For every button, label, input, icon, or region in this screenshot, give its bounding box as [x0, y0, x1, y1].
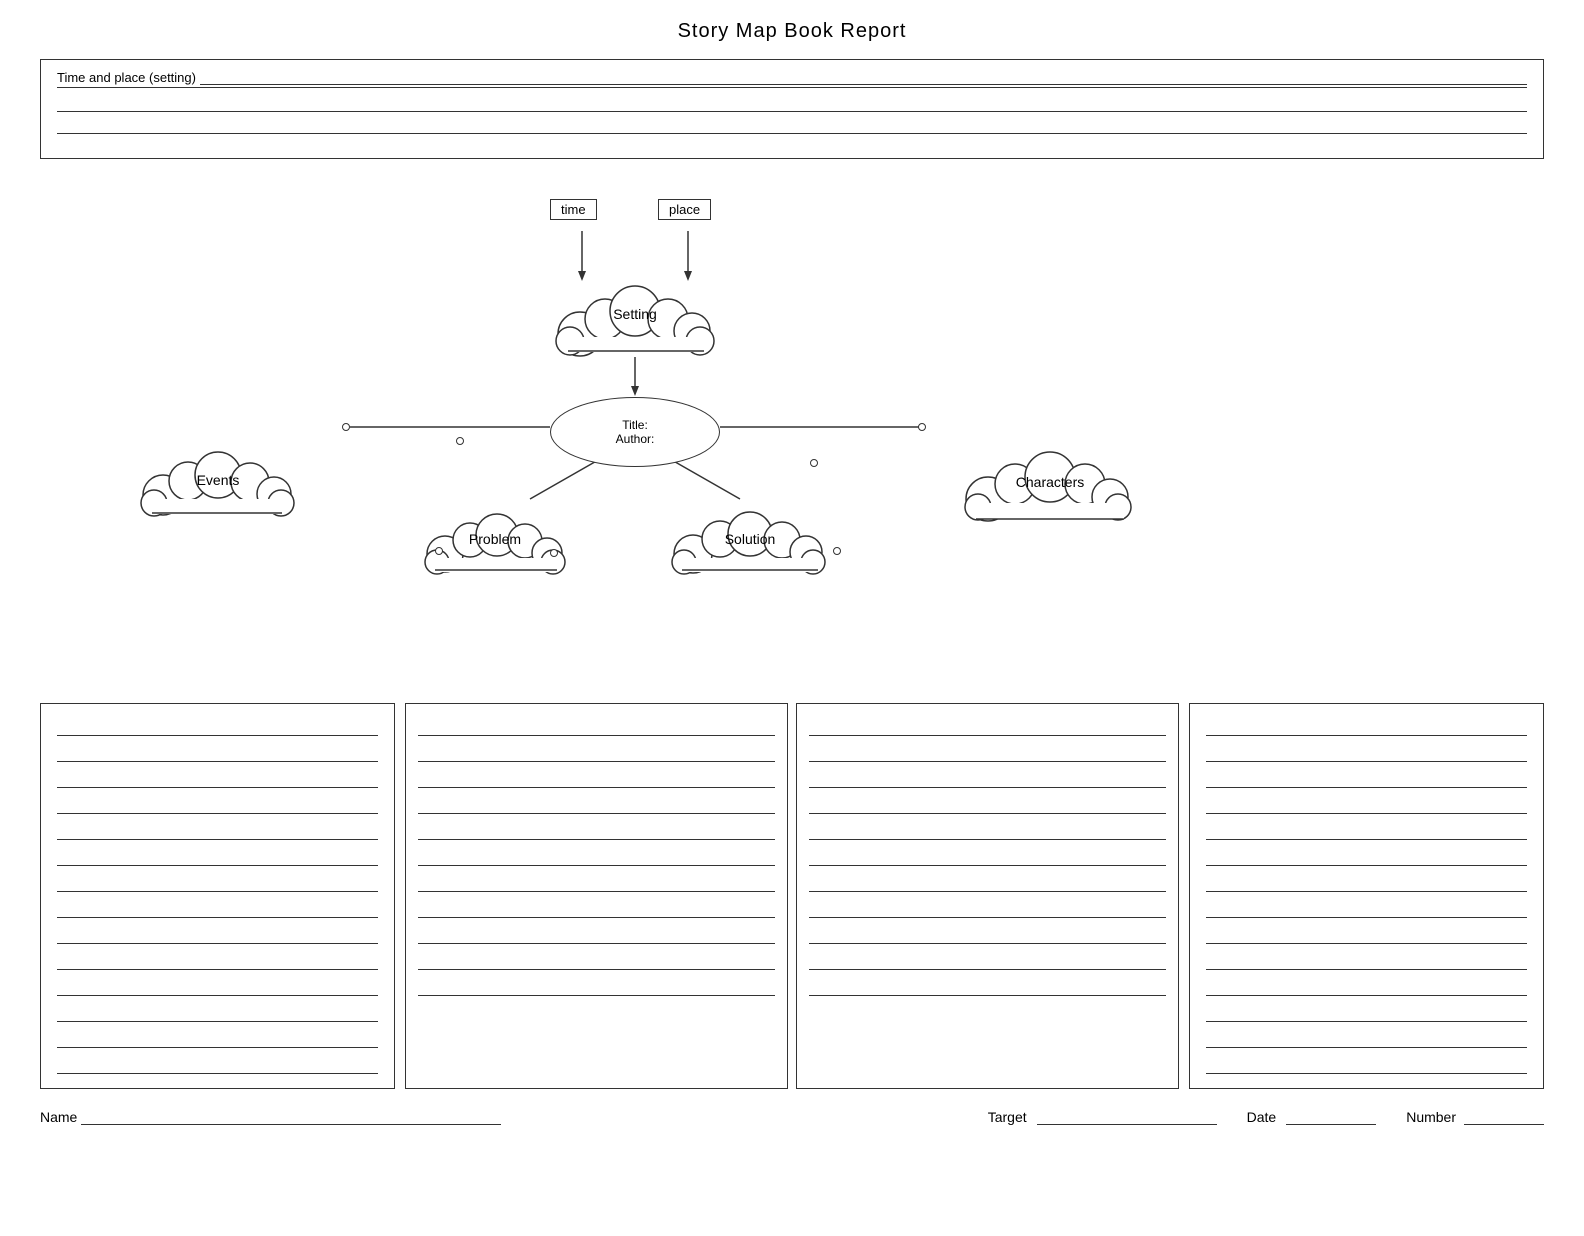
char-line-13 [1206, 1026, 1527, 1048]
events-line-4 [57, 792, 378, 814]
prob-line-10 [418, 948, 775, 970]
diagram-area: time place Setting [40, 179, 1544, 699]
char-line-10 [1206, 948, 1527, 970]
sol-line-11 [809, 974, 1166, 996]
char-line-8 [1206, 896, 1527, 918]
name-label: Name [40, 1109, 77, 1125]
characters-label: Characters [1016, 474, 1084, 490]
prob-line-6 [418, 844, 775, 866]
sol-line-5 [809, 818, 1166, 840]
char-line-7 [1206, 870, 1527, 892]
char-line-1 [1206, 714, 1527, 736]
setting-label-cloud: Setting [613, 306, 657, 322]
name-field: Name [40, 1109, 501, 1125]
sol-line-7 [809, 870, 1166, 892]
name-line [81, 1124, 501, 1125]
target-label: Target [988, 1109, 1027, 1125]
char-line-12 [1206, 1000, 1527, 1022]
target-line [1037, 1124, 1217, 1125]
dot-center-1 [456, 437, 464, 445]
middle-col [395, 703, 1189, 1089]
date-line [1286, 1124, 1376, 1125]
events-line-3 [57, 766, 378, 788]
bottom-area [40, 703, 1544, 1089]
solution-label: Solution [725, 531, 776, 547]
sol-line-2 [809, 740, 1166, 762]
prob-line-7 [418, 870, 775, 892]
date-label: Date [1247, 1109, 1277, 1125]
page-title: Story Map Book Report [40, 20, 1544, 43]
events-line-8 [57, 896, 378, 918]
prob-line-11 [418, 974, 775, 996]
footer: Name Target Date Number [40, 1109, 1544, 1125]
events-line-14 [57, 1052, 378, 1074]
prob-line-1 [418, 714, 775, 736]
dot-chars-right [833, 547, 841, 555]
sol-line-1 [809, 714, 1166, 736]
dot-events-left [435, 547, 443, 555]
setting-box: Time and place (setting) [40, 59, 1544, 159]
events-line-7 [57, 870, 378, 892]
events-line-9 [57, 922, 378, 944]
char-line-5 [1206, 818, 1527, 840]
prob-line-4 [418, 792, 775, 814]
char-line-14 [1206, 1052, 1527, 1074]
sol-line-6 [809, 844, 1166, 866]
sol-line-10 [809, 948, 1166, 970]
char-line-11 [1206, 974, 1527, 996]
char-line-2 [1206, 740, 1527, 762]
number-label: Number [1406, 1109, 1456, 1125]
events-label: Events [197, 472, 240, 488]
date-field: Date [1247, 1109, 1377, 1125]
dot-events-right [342, 423, 350, 431]
prob-line-8 [418, 896, 775, 918]
events-line-10 [57, 948, 378, 970]
sol-line-9 [809, 922, 1166, 944]
prob-line-9 [418, 922, 775, 944]
char-line-9 [1206, 922, 1527, 944]
title-label: Title: [622, 418, 648, 432]
time-box: time [550, 199, 597, 220]
events-line-1 [57, 714, 378, 736]
events-column [40, 703, 395, 1089]
events-line-2 [57, 740, 378, 762]
setting-label: Time and place (setting) [57, 70, 196, 85]
place-box: place [658, 199, 711, 220]
title-author-oval: Title: Author: [550, 397, 720, 467]
prob-line-2 [418, 740, 775, 762]
char-line-6 [1206, 844, 1527, 866]
solution-col [796, 703, 1179, 1089]
characters-column [1189, 703, 1544, 1089]
sol-line-3 [809, 766, 1166, 788]
events-line-11 [57, 974, 378, 996]
problem-label: Problem [469, 531, 521, 547]
sol-line-4 [809, 792, 1166, 814]
target-field: Target [988, 1109, 1217, 1125]
events-line-13 [57, 1026, 378, 1048]
sol-line-8 [809, 896, 1166, 918]
events-line-6 [57, 844, 378, 866]
dot-center-2 [810, 459, 818, 467]
connector-svg [40, 179, 1544, 699]
dot-center-3 [550, 549, 558, 557]
problem-col [405, 703, 788, 1089]
dot-chars-left [918, 423, 926, 431]
number-line [1464, 1124, 1544, 1125]
prob-line-5 [418, 818, 775, 840]
author-label: Author: [616, 432, 655, 446]
events-line-12 [57, 1000, 378, 1022]
events-line-5 [57, 818, 378, 840]
char-line-4 [1206, 792, 1527, 814]
char-line-3 [1206, 766, 1527, 788]
number-field: Number [1406, 1109, 1544, 1125]
prob-line-3 [418, 766, 775, 788]
